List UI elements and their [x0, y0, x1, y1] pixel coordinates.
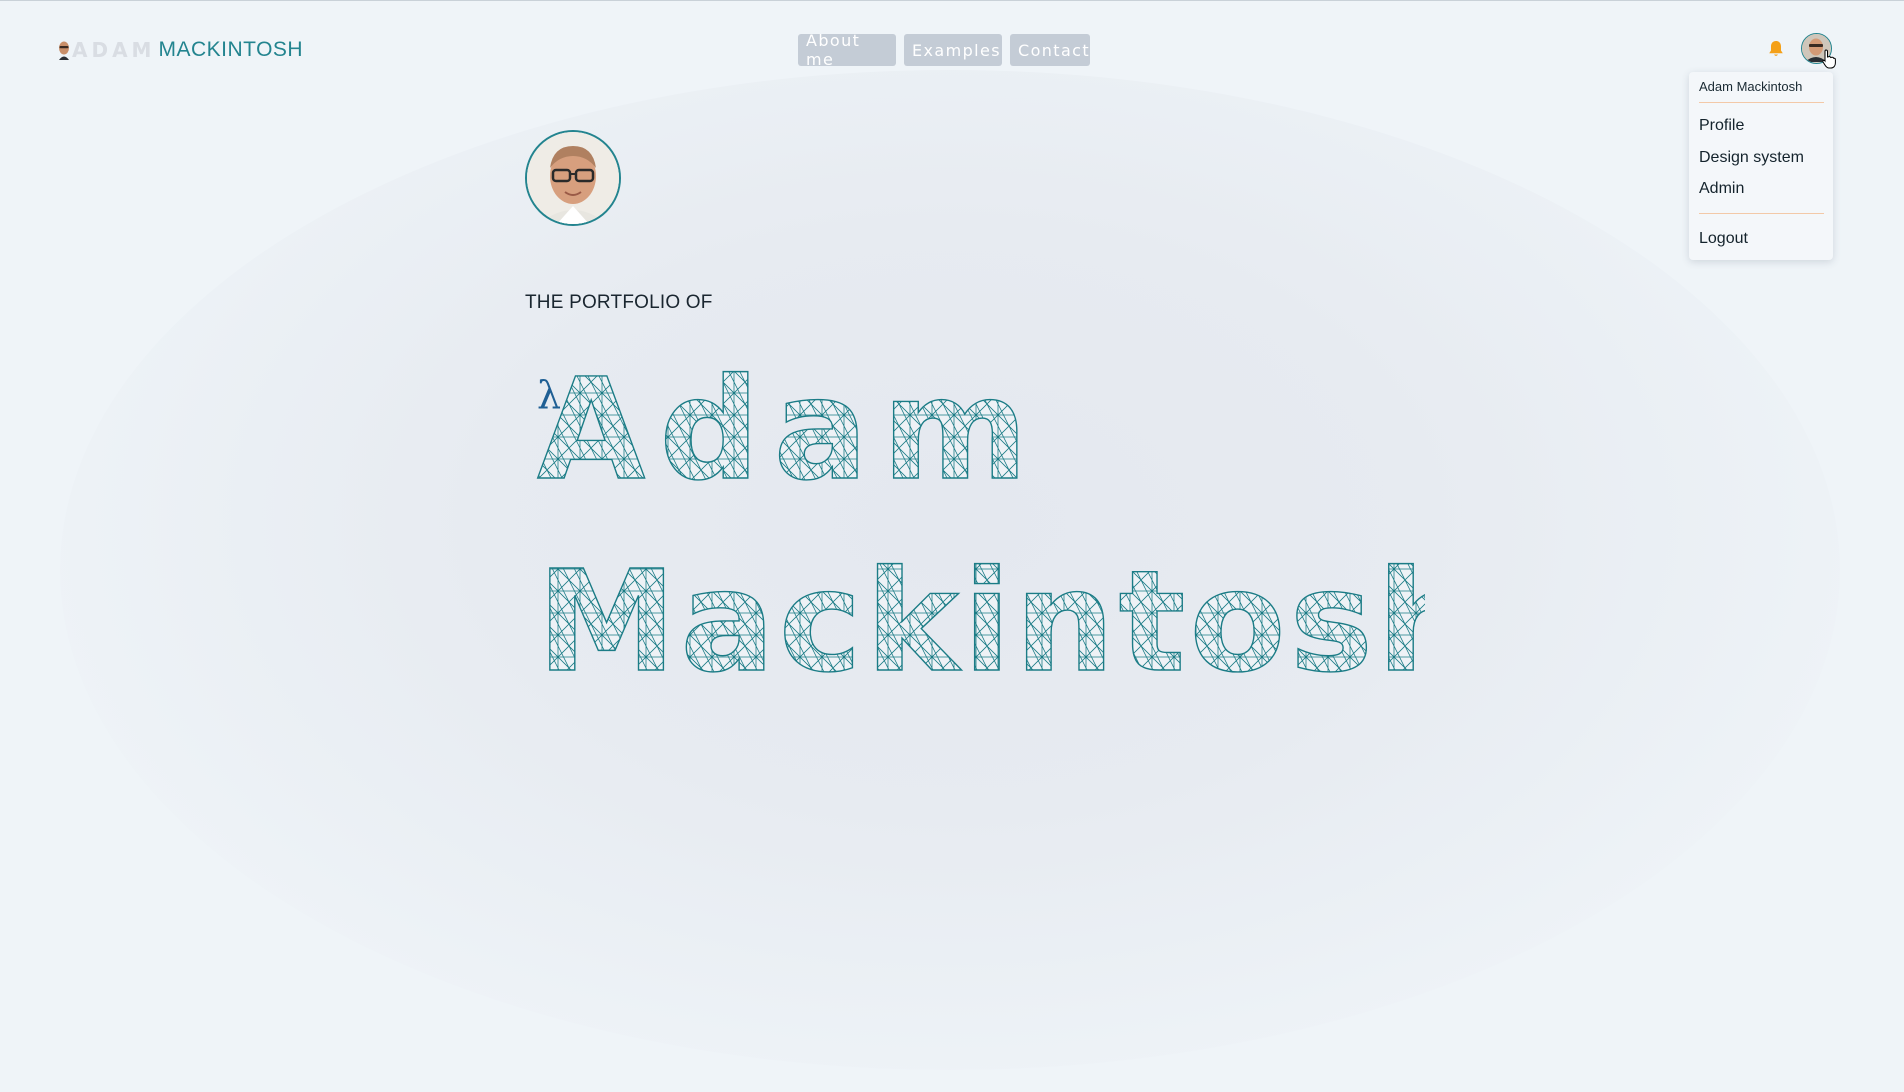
- bell-icon[interactable]: [1768, 40, 1784, 58]
- nav-examples-button[interactable]: Examples: [904, 34, 1002, 66]
- avatar-icon: [1802, 34, 1830, 62]
- top-border: [0, 0, 1904, 1]
- main-nav: About me Examples Contact: [798, 31, 1090, 69]
- dropdown-separator: [1699, 213, 1824, 214]
- brand-first-name: ADAM: [72, 38, 156, 62]
- brand-logo[interactable]: ADAM MACKINTOSH: [58, 37, 303, 63]
- portfolio-eyebrow: THE PORTFOLIO OF: [525, 292, 713, 313]
- dropdown-design-system-link[interactable]: Design system: [1699, 149, 1804, 167]
- portrait-image: [527, 132, 619, 224]
- dropdown-logout-link[interactable]: Logout: [1699, 230, 1748, 248]
- dropdown-admin-link[interactable]: Admin: [1699, 180, 1744, 198]
- brand-avatar-icon: [59, 41, 69, 60]
- dropdown-separator: [1699, 102, 1824, 103]
- brand-last-name: MACKINTOSH: [158, 38, 304, 61]
- dropdown-profile-link[interactable]: Profile: [1699, 117, 1744, 135]
- hero-first-name: Adam: [537, 360, 1042, 512]
- dropdown-user-name: Adam Mackintosh: [1699, 79, 1803, 94]
- hero-name-heading: Adam Mackintosh: [536, 360, 1425, 690]
- nav-about-me-button[interactable]: About me: [798, 31, 896, 69]
- profile-portrait: [525, 130, 621, 226]
- hero-last-name: Mackintosh: [537, 541, 1425, 690]
- user-menu-dropdown: Adam Mackintosh Profile Design system Ad…: [1689, 72, 1833, 260]
- nav-contact-button[interactable]: Contact: [1010, 34, 1090, 66]
- user-avatar-button[interactable]: [1801, 33, 1832, 64]
